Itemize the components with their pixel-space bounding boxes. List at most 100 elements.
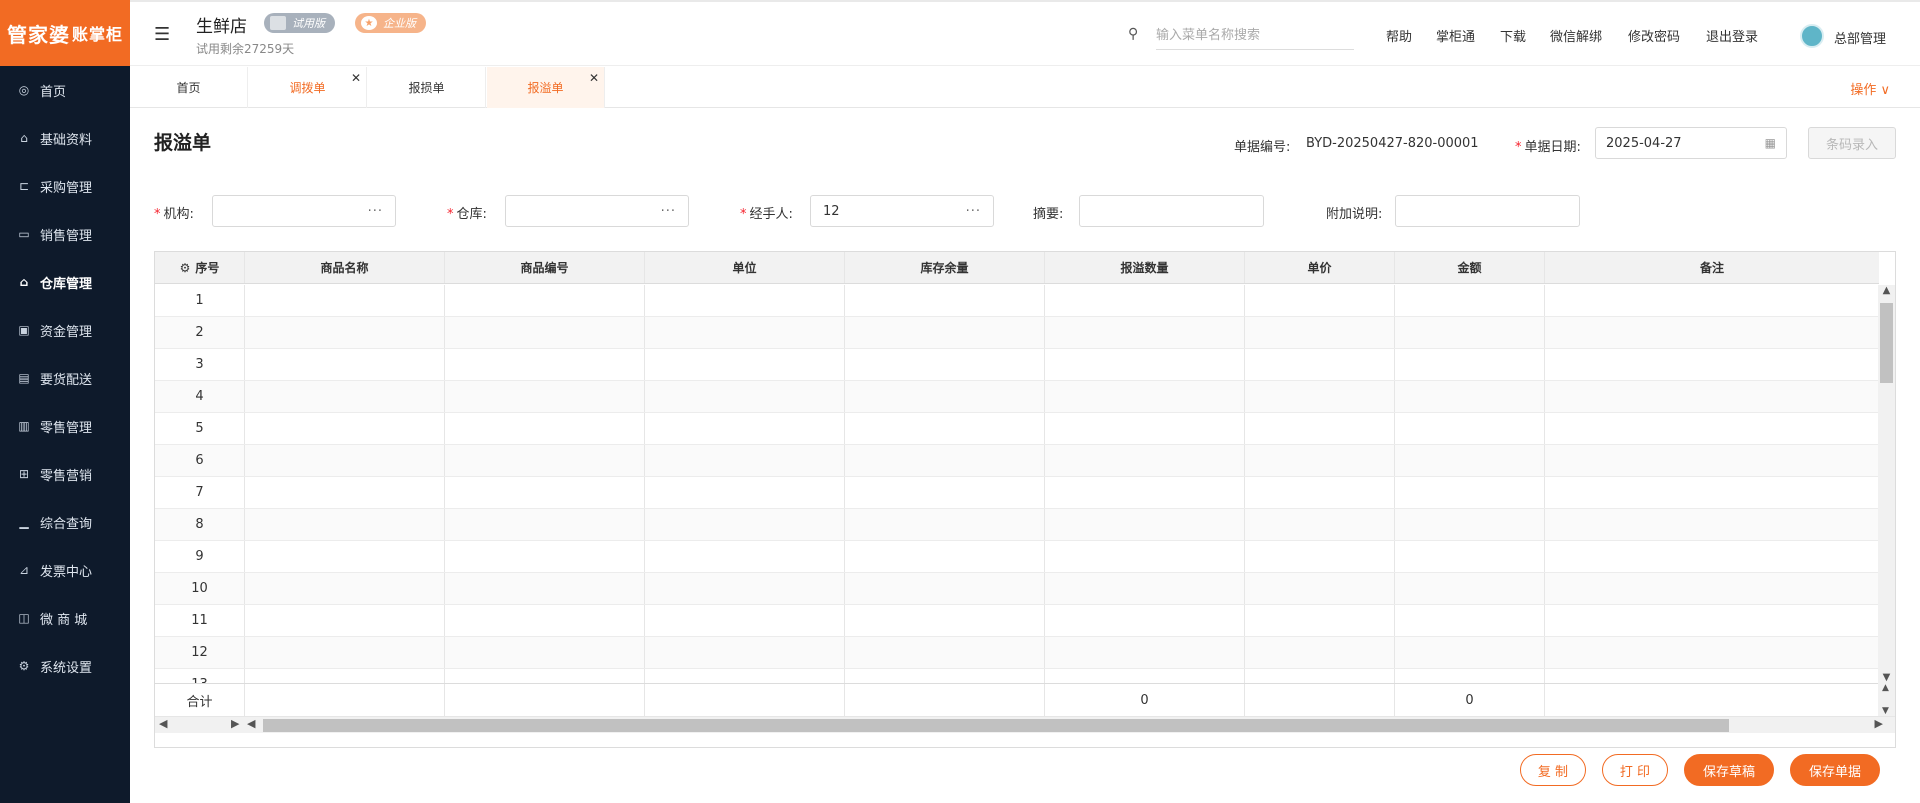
table-cell[interactable] xyxy=(1045,285,1245,316)
save-document-button[interactable]: 保存单据 xyxy=(1790,754,1880,786)
scroll-left-icon[interactable]: ◀ xyxy=(247,717,255,730)
table-cell[interactable] xyxy=(645,669,845,683)
help-link[interactable]: 帮助 xyxy=(1386,26,1412,45)
column-header-name[interactable]: 商品名称 xyxy=(245,252,445,283)
table-row[interactable]: 8 xyxy=(155,509,1879,541)
table-cell[interactable] xyxy=(1245,285,1395,316)
table-cell[interactable] xyxy=(845,477,1045,508)
table-cell[interactable] xyxy=(445,541,645,572)
note-field[interactable] xyxy=(1395,195,1580,227)
table-cell[interactable] xyxy=(1545,669,1879,683)
table-cell[interactable] xyxy=(1045,573,1245,604)
table-cell[interactable] xyxy=(1245,413,1395,444)
close-icon[interactable]: ✕ xyxy=(589,71,599,85)
table-cell[interactable] xyxy=(1045,477,1245,508)
table-cell[interactable] xyxy=(445,573,645,604)
save-draft-button[interactable]: 保存草稿 xyxy=(1684,754,1774,786)
sidebar-item-warehouse[interactable]: ⌂ 仓库管理 xyxy=(0,258,130,306)
table-cell[interactable] xyxy=(1045,317,1245,348)
table-cell[interactable] xyxy=(245,573,445,604)
table-cell[interactable] xyxy=(1245,637,1395,668)
table-cell[interactable] xyxy=(645,317,845,348)
table-cell[interactable] xyxy=(845,509,1045,540)
table-cell[interactable] xyxy=(845,285,1045,316)
table-cell[interactable] xyxy=(1545,541,1879,572)
table-cell[interactable] xyxy=(1545,637,1879,668)
logout-link[interactable]: 退出登录 xyxy=(1706,26,1758,45)
table-cell[interactable] xyxy=(445,477,645,508)
table-cell[interactable] xyxy=(245,413,445,444)
table-cell[interactable] xyxy=(645,605,845,636)
org-field[interactable]: ··· xyxy=(212,195,396,227)
table-cell[interactable] xyxy=(1395,349,1545,380)
table-cell[interactable] xyxy=(245,285,445,316)
scroll-right-icon[interactable]: ▶ xyxy=(1875,717,1883,730)
column-header-price[interactable]: 单价 xyxy=(1245,252,1395,283)
table-row[interactable]: 12 xyxy=(155,637,1879,669)
table-cell[interactable] xyxy=(245,541,445,572)
scroll-thumb[interactable] xyxy=(1880,303,1893,383)
table-cell[interactable] xyxy=(1395,573,1545,604)
table-cell[interactable] xyxy=(1045,509,1245,540)
summary-field[interactable] xyxy=(1079,195,1264,227)
table-cell[interactable] xyxy=(645,637,845,668)
table-row[interactable]: 7 xyxy=(155,477,1879,509)
table-cell[interactable] xyxy=(1045,413,1245,444)
table-row[interactable]: 3 xyxy=(155,349,1879,381)
menu-toggle-icon[interactable]: ☰ xyxy=(154,24,170,45)
scroll-down-icon[interactable]: ▼ xyxy=(1878,672,1895,683)
barcode-entry-button[interactable]: 条码录入 xyxy=(1808,127,1896,159)
column-header-stock[interactable]: 库存余量 xyxy=(845,252,1045,283)
sidebar-item-delivery[interactable]: ▤ 要货配送 xyxy=(0,354,130,402)
table-row[interactable]: 2 xyxy=(155,317,1879,349)
table-cell[interactable] xyxy=(1245,349,1395,380)
sidebar-item-retail[interactable]: ▥ 零售管理 xyxy=(0,402,130,450)
horizontal-scrollbar[interactable]: ◀ ▶ ◀ ▶ xyxy=(155,716,1895,733)
table-cell[interactable] xyxy=(1395,477,1545,508)
print-button[interactable]: 打 印 xyxy=(1602,754,1668,786)
copy-button[interactable]: 复 制 xyxy=(1520,754,1586,786)
download-link[interactable]: 下载 xyxy=(1500,26,1526,45)
table-cell[interactable] xyxy=(1045,541,1245,572)
table-cell[interactable] xyxy=(845,413,1045,444)
table-cell[interactable] xyxy=(1395,605,1545,636)
table-cell[interactable] xyxy=(645,285,845,316)
table-cell[interactable] xyxy=(645,349,845,380)
handler-field[interactable]: 12 ··· xyxy=(810,195,994,227)
date-field[interactable]: 2025-04-27 ▦ xyxy=(1595,127,1787,159)
table-cell[interactable] xyxy=(1395,509,1545,540)
table-cell[interactable] xyxy=(245,381,445,412)
table-cell[interactable] xyxy=(445,317,645,348)
table-cell[interactable] xyxy=(1545,477,1879,508)
table-row[interactable]: 9 xyxy=(155,541,1879,573)
table-cell[interactable] xyxy=(645,509,845,540)
more-icon[interactable]: ··· xyxy=(966,204,981,219)
search-input[interactable] xyxy=(1156,22,1354,50)
table-row[interactable]: 1 xyxy=(155,285,1879,317)
user-name[interactable]: 总部管理 xyxy=(1834,28,1886,47)
table-cell[interactable] xyxy=(1245,381,1395,412)
table-cell[interactable] xyxy=(1395,637,1545,668)
table-cell[interactable] xyxy=(245,605,445,636)
table-cell[interactable] xyxy=(445,509,645,540)
search-icon[interactable]: ⚲ xyxy=(1128,26,1138,42)
table-cell[interactable] xyxy=(1395,285,1545,316)
table-cell[interactable] xyxy=(445,605,645,636)
table-cell[interactable] xyxy=(1245,573,1395,604)
close-icon[interactable]: ✕ xyxy=(351,71,361,85)
table-cell[interactable] xyxy=(1395,445,1545,476)
table-cell[interactable] xyxy=(1245,669,1395,683)
table-cell[interactable] xyxy=(1045,381,1245,412)
table-cell[interactable] xyxy=(245,669,445,683)
sidebar-item-invoice[interactable]: ⊿ 发票中心 xyxy=(0,546,130,594)
table-cell[interactable] xyxy=(445,445,645,476)
table-cell[interactable] xyxy=(1245,605,1395,636)
table-cell[interactable] xyxy=(645,445,845,476)
table-row[interactable]: 6 xyxy=(155,445,1879,477)
warehouse-field[interactable]: ··· xyxy=(505,195,689,227)
more-icon[interactable]: ··· xyxy=(661,204,676,219)
sidebar-item-sales[interactable]: ▭ 销售管理 xyxy=(0,210,130,258)
table-cell[interactable] xyxy=(1545,317,1879,348)
table-cell[interactable] xyxy=(1245,445,1395,476)
tab-home[interactable]: 首页 xyxy=(130,67,248,108)
